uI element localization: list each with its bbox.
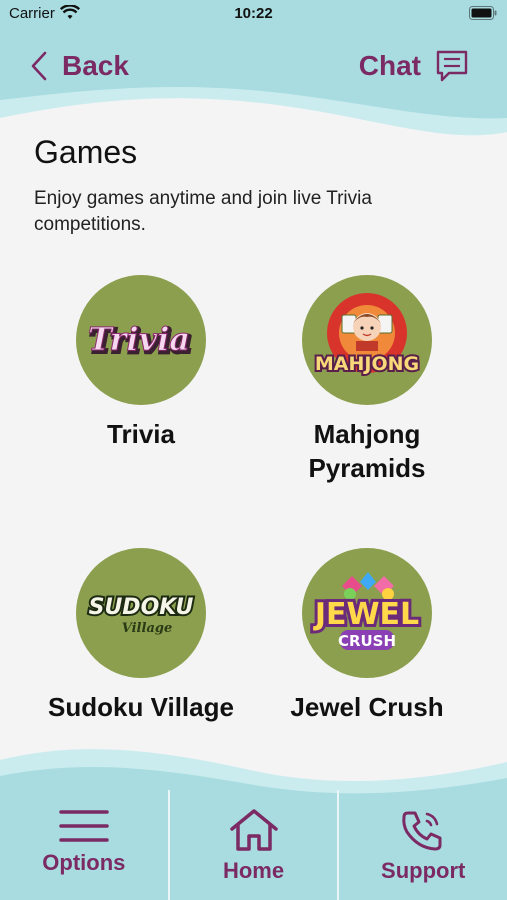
game-name: Sudoku Village bbox=[48, 692, 234, 722]
svg-text:MAHJONG: MAHJONG bbox=[315, 353, 419, 375]
hamburger-icon bbox=[59, 810, 109, 842]
nav-home[interactable]: Home bbox=[167, 790, 338, 900]
trivia-logo: Trivia Trivia bbox=[76, 275, 206, 405]
nav-label: Support bbox=[381, 858, 466, 883]
home-icon bbox=[229, 809, 278, 851]
phone-icon bbox=[402, 811, 442, 851]
mahjong-logo: MAHJONG MAHJONG bbox=[302, 275, 432, 405]
game-tile-jewel-crush[interactable]: JEWEL JEWEL CRUSH Jewel Crush bbox=[252, 548, 482, 724]
status-bar: Carrier 10:22 bbox=[0, 0, 507, 30]
status-time: 10:22 bbox=[234, 5, 273, 22]
game-tile-trivia[interactable]: Trivia Trivia Trivia bbox=[26, 275, 256, 451]
svg-text:JEWEL: JEWEL bbox=[313, 597, 419, 632]
nav-support[interactable]: Support bbox=[337, 790, 507, 900]
nav-label: Home bbox=[222, 858, 285, 883]
bottom-nav: Options Home Support bbox=[0, 790, 507, 900]
svg-text:Village: Village bbox=[122, 621, 172, 636]
svg-text:CRUSH: CRUSH bbox=[338, 632, 396, 650]
svg-text:SUDOKU: SUDOKU bbox=[89, 595, 194, 620]
chat-icon bbox=[436, 50, 468, 82]
nav-label: Options bbox=[42, 850, 126, 875]
game-name: Trivia bbox=[107, 419, 175, 449]
back-button[interactable]: Back bbox=[30, 44, 129, 88]
game-tile-mahjong-pyramids[interactable]: MAHJONG MAHJONG Mahjong Pyramids bbox=[252, 275, 482, 485]
game-name: Mahjong Pyramids bbox=[308, 419, 426, 483]
jewel-crush-logo: JEWEL JEWEL CRUSH bbox=[302, 548, 432, 678]
back-label: Back bbox=[62, 50, 129, 81]
page-title: Games bbox=[34, 134, 138, 170]
game-tile-sudoku-village[interactable]: SUDOKU SUDOKU Village Sudoku Village bbox=[26, 548, 256, 724]
chat-button[interactable]: Chat bbox=[359, 44, 469, 88]
chevron-left-icon bbox=[31, 51, 47, 81]
game-name: Jewel Crush bbox=[290, 692, 444, 722]
sudoku-logo: SUDOKU SUDOKU Village bbox=[76, 548, 206, 678]
battery-icon bbox=[469, 6, 497, 20]
svg-text:Trivia: Trivia bbox=[88, 320, 190, 358]
nav-options[interactable]: Options bbox=[0, 790, 168, 900]
chat-label: Chat bbox=[358, 50, 421, 81]
page-description: Enjoy games anytime and join live Trivia… bbox=[34, 188, 372, 235]
